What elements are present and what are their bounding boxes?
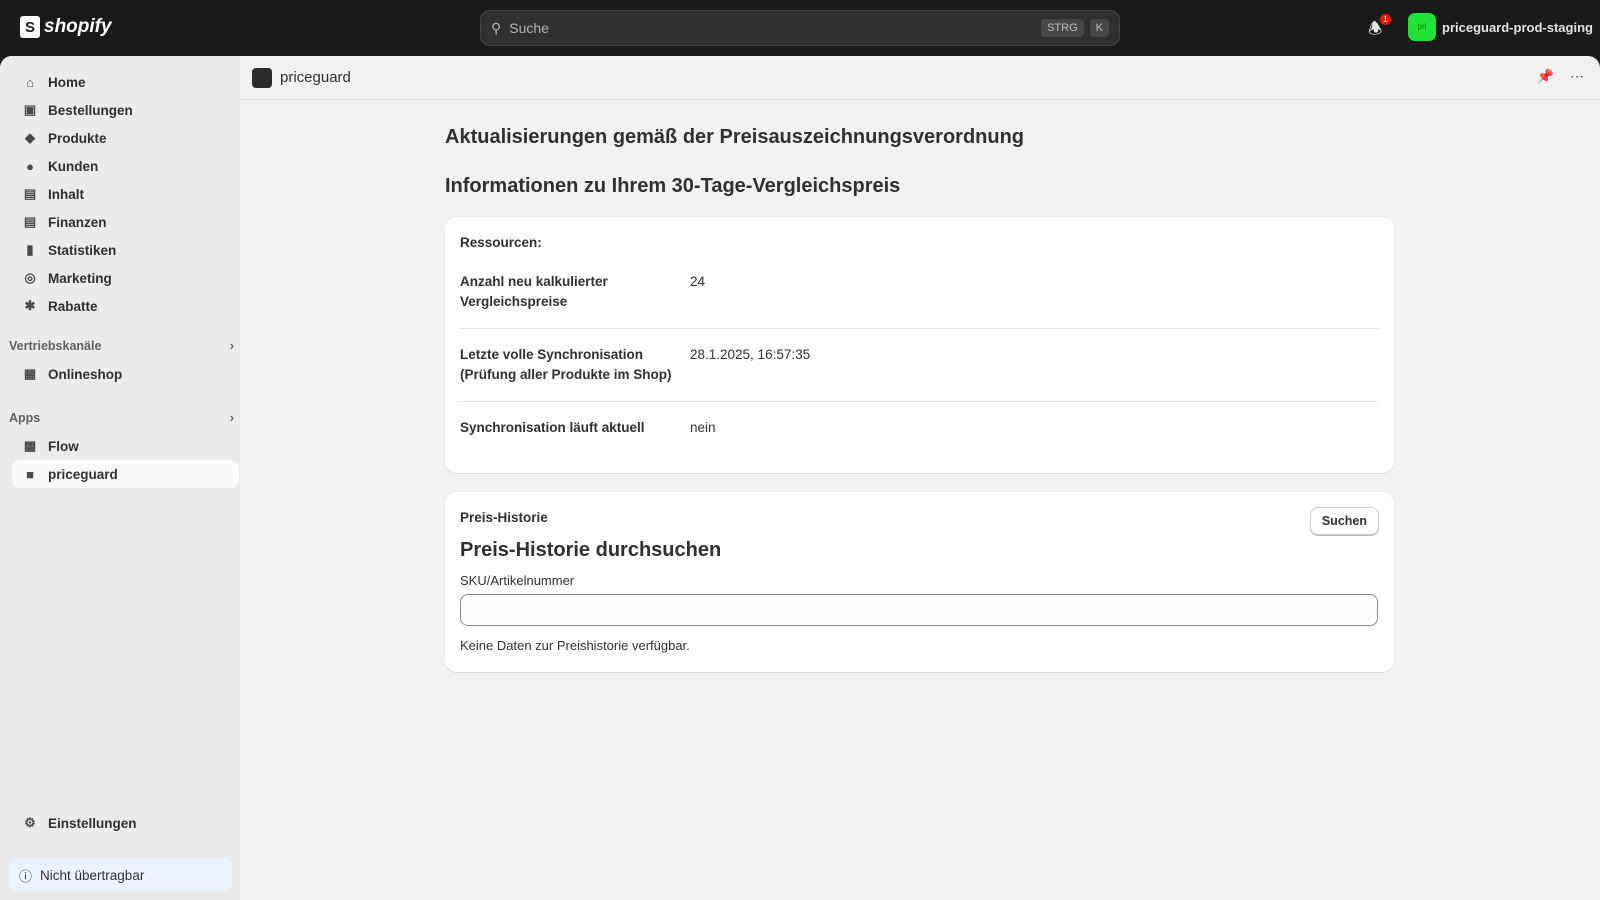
page-title: Aktualisierungen gemäß der Preisauszeich… (445, 126, 1024, 149)
home-icon: ⌂ (22, 75, 38, 90)
sku-label: SKU/Artikelnummer (460, 573, 1379, 588)
sku-input[interactable] (460, 594, 1378, 626)
resources-card: Ressourcen: Anzahl neu kalkulierterVergl… (445, 217, 1394, 473)
sidebar-item-analytics[interactable]: ▮Statistiken (12, 236, 239, 264)
sidebar-item-home[interactable]: ⌂Home (12, 68, 239, 96)
chart-icon: ▮ (22, 242, 38, 258)
sidebar-item-discounts[interactable]: ✱Rabatte (12, 292, 239, 320)
sidebar: ⌂Home ▣Bestellungen ◆Produkte ●Kunden ▤I… (0, 56, 240, 900)
empty-state-text: Keine Daten zur Preishistorie verfügbar. (460, 638, 1379, 653)
avatar: pri (1408, 13, 1436, 41)
tag-icon: ◆ (22, 130, 38, 146)
discount-icon: ✱ (22, 298, 38, 314)
sidebar-item-orders[interactable]: ▣Bestellungen (12, 96, 239, 124)
gear-icon: ⚙ (22, 815, 38, 831)
sidebar-item-online-store[interactable]: ▦Onlineshop (12, 360, 239, 388)
person-icon: ● (22, 159, 38, 174)
shopify-logo[interactable]: Sshopify (20, 16, 112, 38)
image-icon: ▤ (22, 186, 38, 202)
resources-label: Ressourcen: (460, 235, 1379, 250)
shortcut-key: STRG (1041, 19, 1084, 37)
pin-icon[interactable]: 📌 (1537, 68, 1554, 85)
priceguard-app-icon: ■ (22, 467, 38, 482)
store-menu[interactable]: pripriceguard-prod-staging (1408, 13, 1593, 41)
sidebar-item-settings[interactable]: ⚙Einstellungen (12, 809, 239, 837)
target-icon: ◎ (22, 270, 38, 286)
history-title: Preis-Historie durchsuchen (460, 539, 1379, 562)
apps-header[interactable]: Apps› (9, 411, 234, 425)
sales-channels-header[interactable]: Vertriebskanäle› (9, 339, 234, 353)
top-bar: Sshopify ⚲ Suche STRG K 🕭 1 pripriceguar… (0, 0, 1600, 56)
inbox-icon: ▣ (22, 102, 38, 118)
section-title: Informationen zu Ihrem 30-Tage-Vergleich… (445, 175, 900, 198)
admin-frame: ⌂Home ▣Bestellungen ◆Produkte ●Kunden ▤I… (0, 56, 1600, 900)
history-label: Preis-Historie (460, 510, 1379, 525)
search-input[interactable]: ⚲ Suche STRG K (480, 10, 1120, 46)
sidebar-item-marketing[interactable]: ◎Marketing (12, 264, 239, 292)
more-icon[interactable]: ⋯ (1570, 68, 1584, 85)
notification-badge: 1 (1380, 14, 1391, 25)
sidebar-item-customers[interactable]: ●Kunden (12, 152, 239, 180)
shortcut-key: K (1090, 19, 1109, 37)
shopify-bag-icon: S (20, 16, 40, 38)
chevron-right-icon: › (230, 339, 234, 353)
non-transferable-notice[interactable]: ⓘNicht übertragbar (9, 858, 232, 892)
app-title: priceguard (280, 69, 351, 86)
search-button[interactable]: Suchen (1310, 507, 1379, 535)
table-row: Letzte volle Synchronisation(Prüfung all… (460, 329, 1379, 402)
app-header: priceguard 📌 ⋯ (240, 56, 1600, 100)
info-icon: ⓘ (19, 866, 32, 885)
sidebar-item-flow[interactable]: ▩Flow (12, 432, 239, 460)
sidebar-item-content[interactable]: ▤Inhalt (12, 180, 239, 208)
table-row: Synchronisation läuft aktuellnein (460, 402, 1379, 454)
sidebar-item-finance[interactable]: ▤Finanzen (12, 208, 239, 236)
table-row: Anzahl neu kalkulierterVergleichspreise2… (460, 256, 1379, 329)
chevron-right-icon: › (230, 411, 234, 425)
main-content: priceguard 📌 ⋯ Aktualisierungen gemäß der… (240, 56, 1600, 900)
sidebar-item-products[interactable]: ◆Produkte (12, 124, 239, 152)
bank-icon: ▤ (22, 214, 38, 230)
store-icon: ▦ (22, 366, 38, 382)
price-history-card: Preis-Historie Suchen Preis-Historie dur… (445, 492, 1394, 672)
priceguard-app-icon (252, 68, 272, 88)
flow-icon: ▩ (22, 438, 38, 454)
sidebar-item-priceguard[interactable]: ■priceguard (12, 460, 239, 488)
search-icon: ⚲ (491, 20, 501, 37)
